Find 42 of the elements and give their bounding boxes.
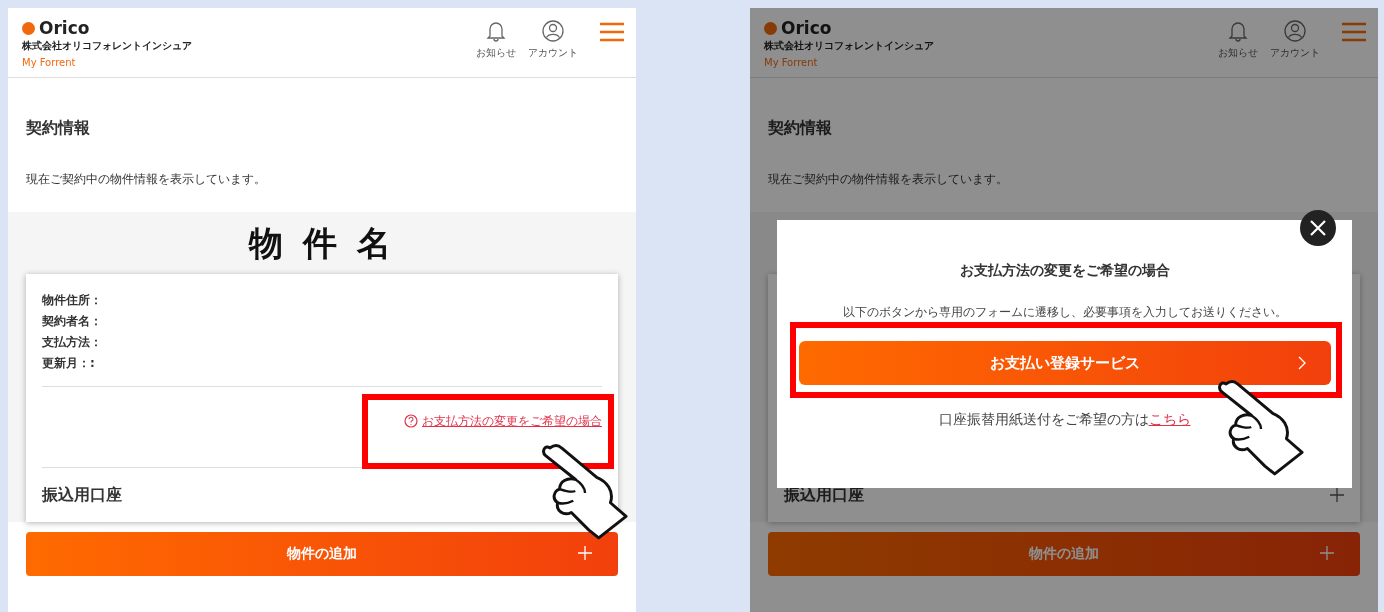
bell-icon [487,22,505,42]
company-name: 株式会社オリコフォレントインシュア [22,39,192,53]
brand-logo: Orico [781,20,832,37]
plus-icon [1320,546,1334,560]
section-title: 振込用口座 [42,484,122,506]
page-title: 契約情報 [26,118,91,139]
service-name: My Forrent [764,57,819,68]
service-name: My Forrent [22,57,77,68]
notification-button[interactable]: お知らせ [1218,20,1258,60]
field-label: 更新月：: [42,355,96,372]
account-button[interactable]: アカウント [1270,20,1320,60]
user-icon [542,20,564,42]
plus-icon [578,546,592,560]
modal-text: 以下のボタンから専用のフォームに遷移し、必要事項を入力してお送りください。 [842,304,1287,321]
menu-icon[interactable] [1342,22,1366,42]
notification-button[interactable]: お知らせ [476,20,516,60]
property-name-heading: 物 件 名 [247,222,396,265]
logo-dot-icon [764,22,777,35]
logo-dot-icon [22,22,35,35]
payment-service-button[interactable]: お支払い登録サービス [798,341,1331,385]
close-icon [1309,219,1327,237]
company-name: 株式会社オリコフォレントインシュア [764,39,934,53]
add-property-button[interactable]: 物件の追加 [768,532,1360,576]
add-property-button[interactable]: 物件の追加 [26,532,618,576]
modal-title: お支払方法の変更をご希望の場合 [959,262,1170,280]
page-description: 現在ご契約中の物件情報を表示しています。 [26,171,267,188]
bell-icon [1229,22,1247,42]
menu-icon[interactable] [600,22,624,42]
page-description: 現在ご契約中の物件情報を表示しています。 [768,171,1009,188]
plus-icon[interactable] [1330,488,1344,502]
user-icon [1284,20,1306,42]
payment-change-link[interactable]: お支払方法の変更をご希望の場合 [422,412,602,430]
field-label: 支払方法： [42,334,103,351]
help-icon [404,414,418,428]
account-button[interactable]: アカウント [528,20,578,60]
here-link[interactable]: こちら [1148,411,1191,427]
brand-logo: Orico [39,20,90,37]
chevron-right-icon [1296,355,1307,371]
page-title: 契約情報 [768,118,833,139]
field-label: 物件住所： [42,292,103,309]
field-label: 契約者名： [42,313,103,330]
modal-note: 口座振替用紙送付をご希望の方は こちら [938,411,1191,429]
